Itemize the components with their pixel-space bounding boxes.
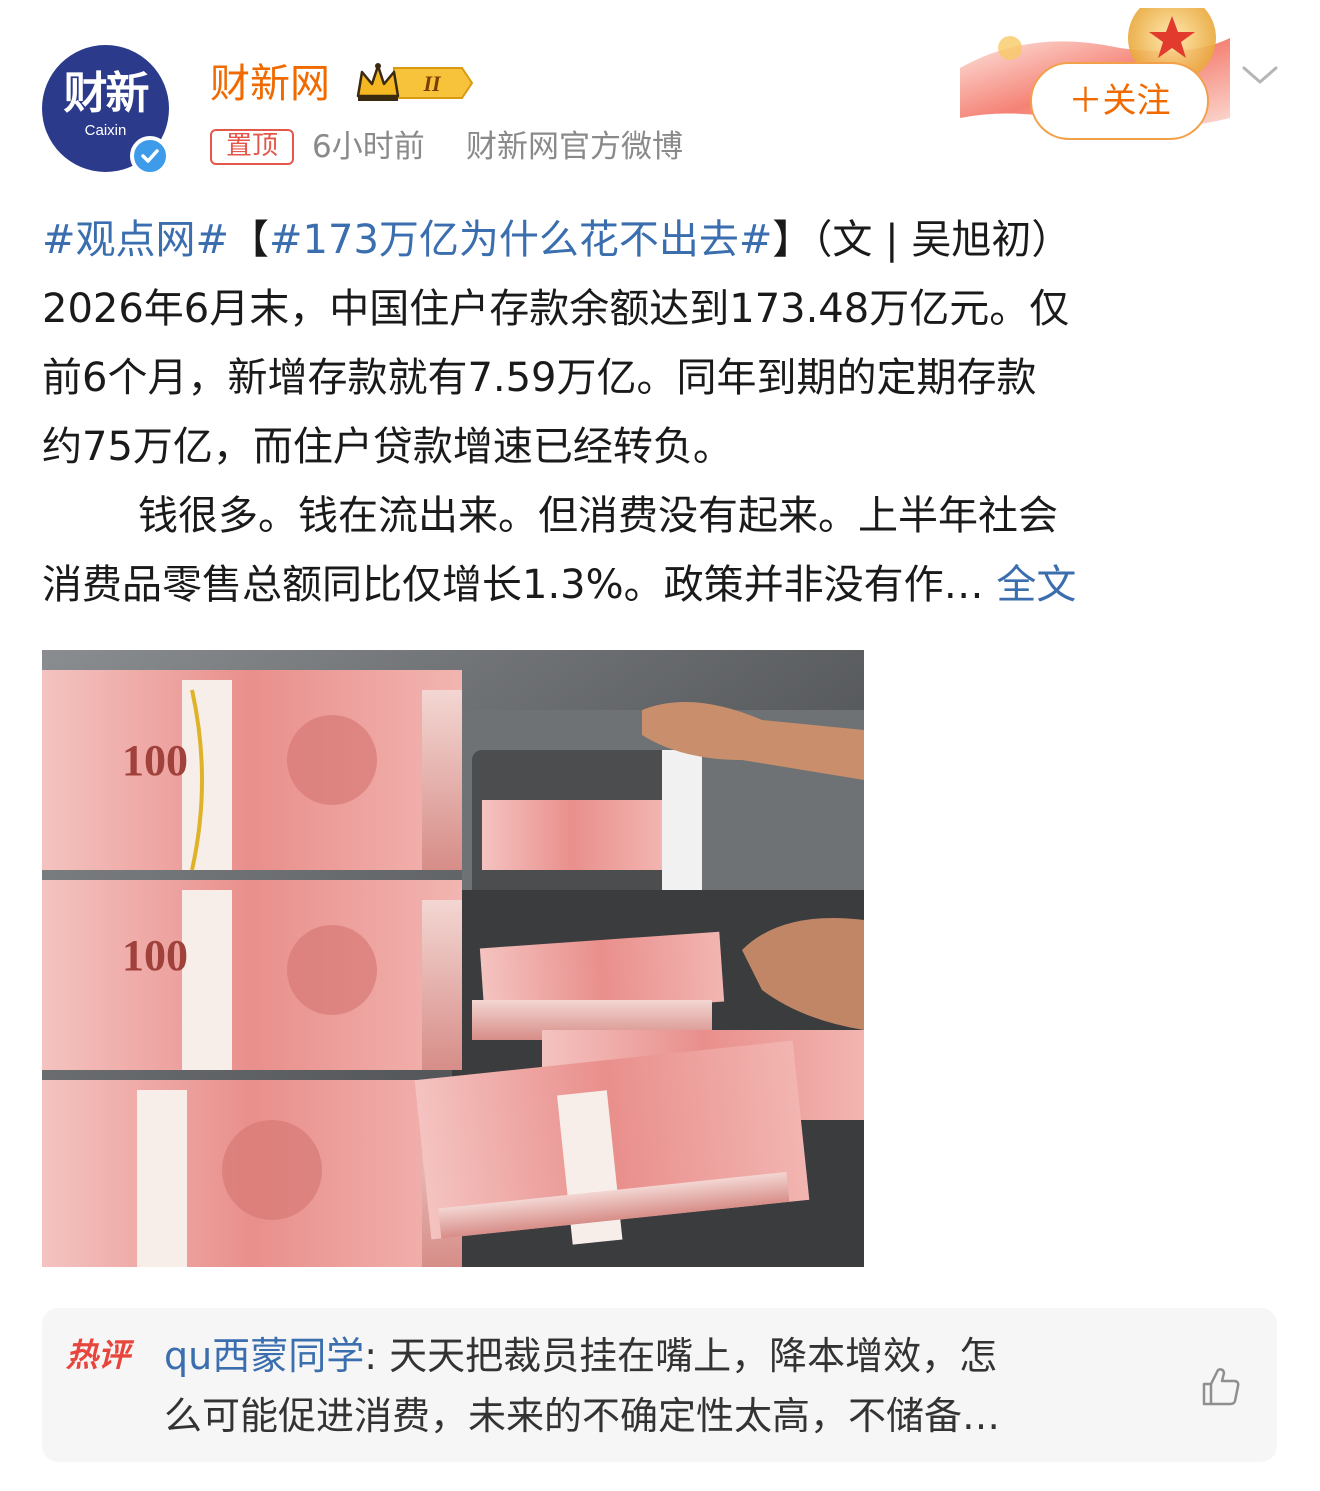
post-byline: （文 | 吴旭初） (812, 217, 1072, 263)
chevron-down-icon[interactable] (1240, 60, 1280, 90)
follow-button[interactable]: ＋关注 (1030, 62, 1209, 140)
post-line-3: 前6个月，新增存款就有7.59万亿。同年到期的定期存款 (42, 355, 1037, 401)
post-line-6-text: 消费品零售总额同比仅增长1.3%。政策并非没有作… (42, 562, 984, 608)
post-body: #观点网#【#173万亿为什么花不出去#】（文 | 吴旭初） 2026年6月末，… (42, 206, 1282, 620)
vip-level-text: II (422, 71, 442, 96)
hot-comment-line-1-text: : 天天把裁员挂在嘴上，降本增效，怎 (364, 1334, 998, 1378)
topic-hashtag-link[interactable]: #173万亿为什么花不出去# (269, 217, 772, 263)
post-line-1: #观点网#【#173万亿为什么花不出去#】（文 | 吴旭初） (42, 206, 1282, 275)
post-line-5: 钱很多。钱在流出来。但消费没有起来。上半年社会 (138, 493, 1058, 539)
bracket-close: 】 (772, 217, 813, 263)
banknotes-photo: 100 100 (42, 650, 864, 1267)
banknote-value-1: 100 (122, 736, 188, 785)
avatar-logo-text: 财新 (63, 68, 150, 119)
verified-check-icon (130, 136, 170, 176)
post-time: 6小时前 (312, 129, 425, 165)
post-image[interactable]: 100 100 (42, 650, 864, 1267)
post-line-2: 2026年6月末，中国住户存款余额达到173.48万亿元。仅 (42, 286, 1070, 332)
author-name[interactable]: 财新网 (210, 58, 330, 110)
thumbs-up-icon[interactable] (1198, 1364, 1242, 1408)
hashtag-link[interactable]: #观点网# (42, 217, 229, 263)
post-line-4: 约75万亿，而住户贷款增速已经转负。 (42, 424, 733, 470)
bracket-open: 【 (229, 217, 270, 263)
hot-comment-label: 热评 (66, 1336, 131, 1374)
read-more-link[interactable]: 全文 (996, 562, 1076, 608)
post-source: 财新网官方微博 (466, 129, 683, 165)
pinned-tag: 置顶 (210, 129, 294, 165)
banknote-value-2: 100 (122, 931, 188, 980)
hot-comment-line-2: 么可能促进消费，未来的不确定性太高，不储备… (164, 1394, 1001, 1438)
hot-comment-line-1: qu西蒙同学: 天天把裁员挂在嘴上，降本增效，怎 (164, 1326, 1154, 1386)
commenter-name-link[interactable]: qu西蒙同学 (164, 1334, 364, 1378)
post-line-6: 消费品零售总额同比仅增长1.3%。政策并非没有作… 全文 (42, 551, 1282, 620)
vip-crown-badge-icon[interactable]: II (354, 60, 474, 106)
hot-comment-text: qu西蒙同学: 天天把裁员挂在嘴上，降本增效，怎 么可能促进消费，未来的不确定性… (164, 1326, 1154, 1446)
avatar-logo-subtext: Caixin (84, 122, 127, 139)
hot-comment-card[interactable]: 热评 qu西蒙同学: 天天把裁员挂在嘴上，降本增效，怎 么可能促进消费，未来的不… (42, 1308, 1277, 1462)
